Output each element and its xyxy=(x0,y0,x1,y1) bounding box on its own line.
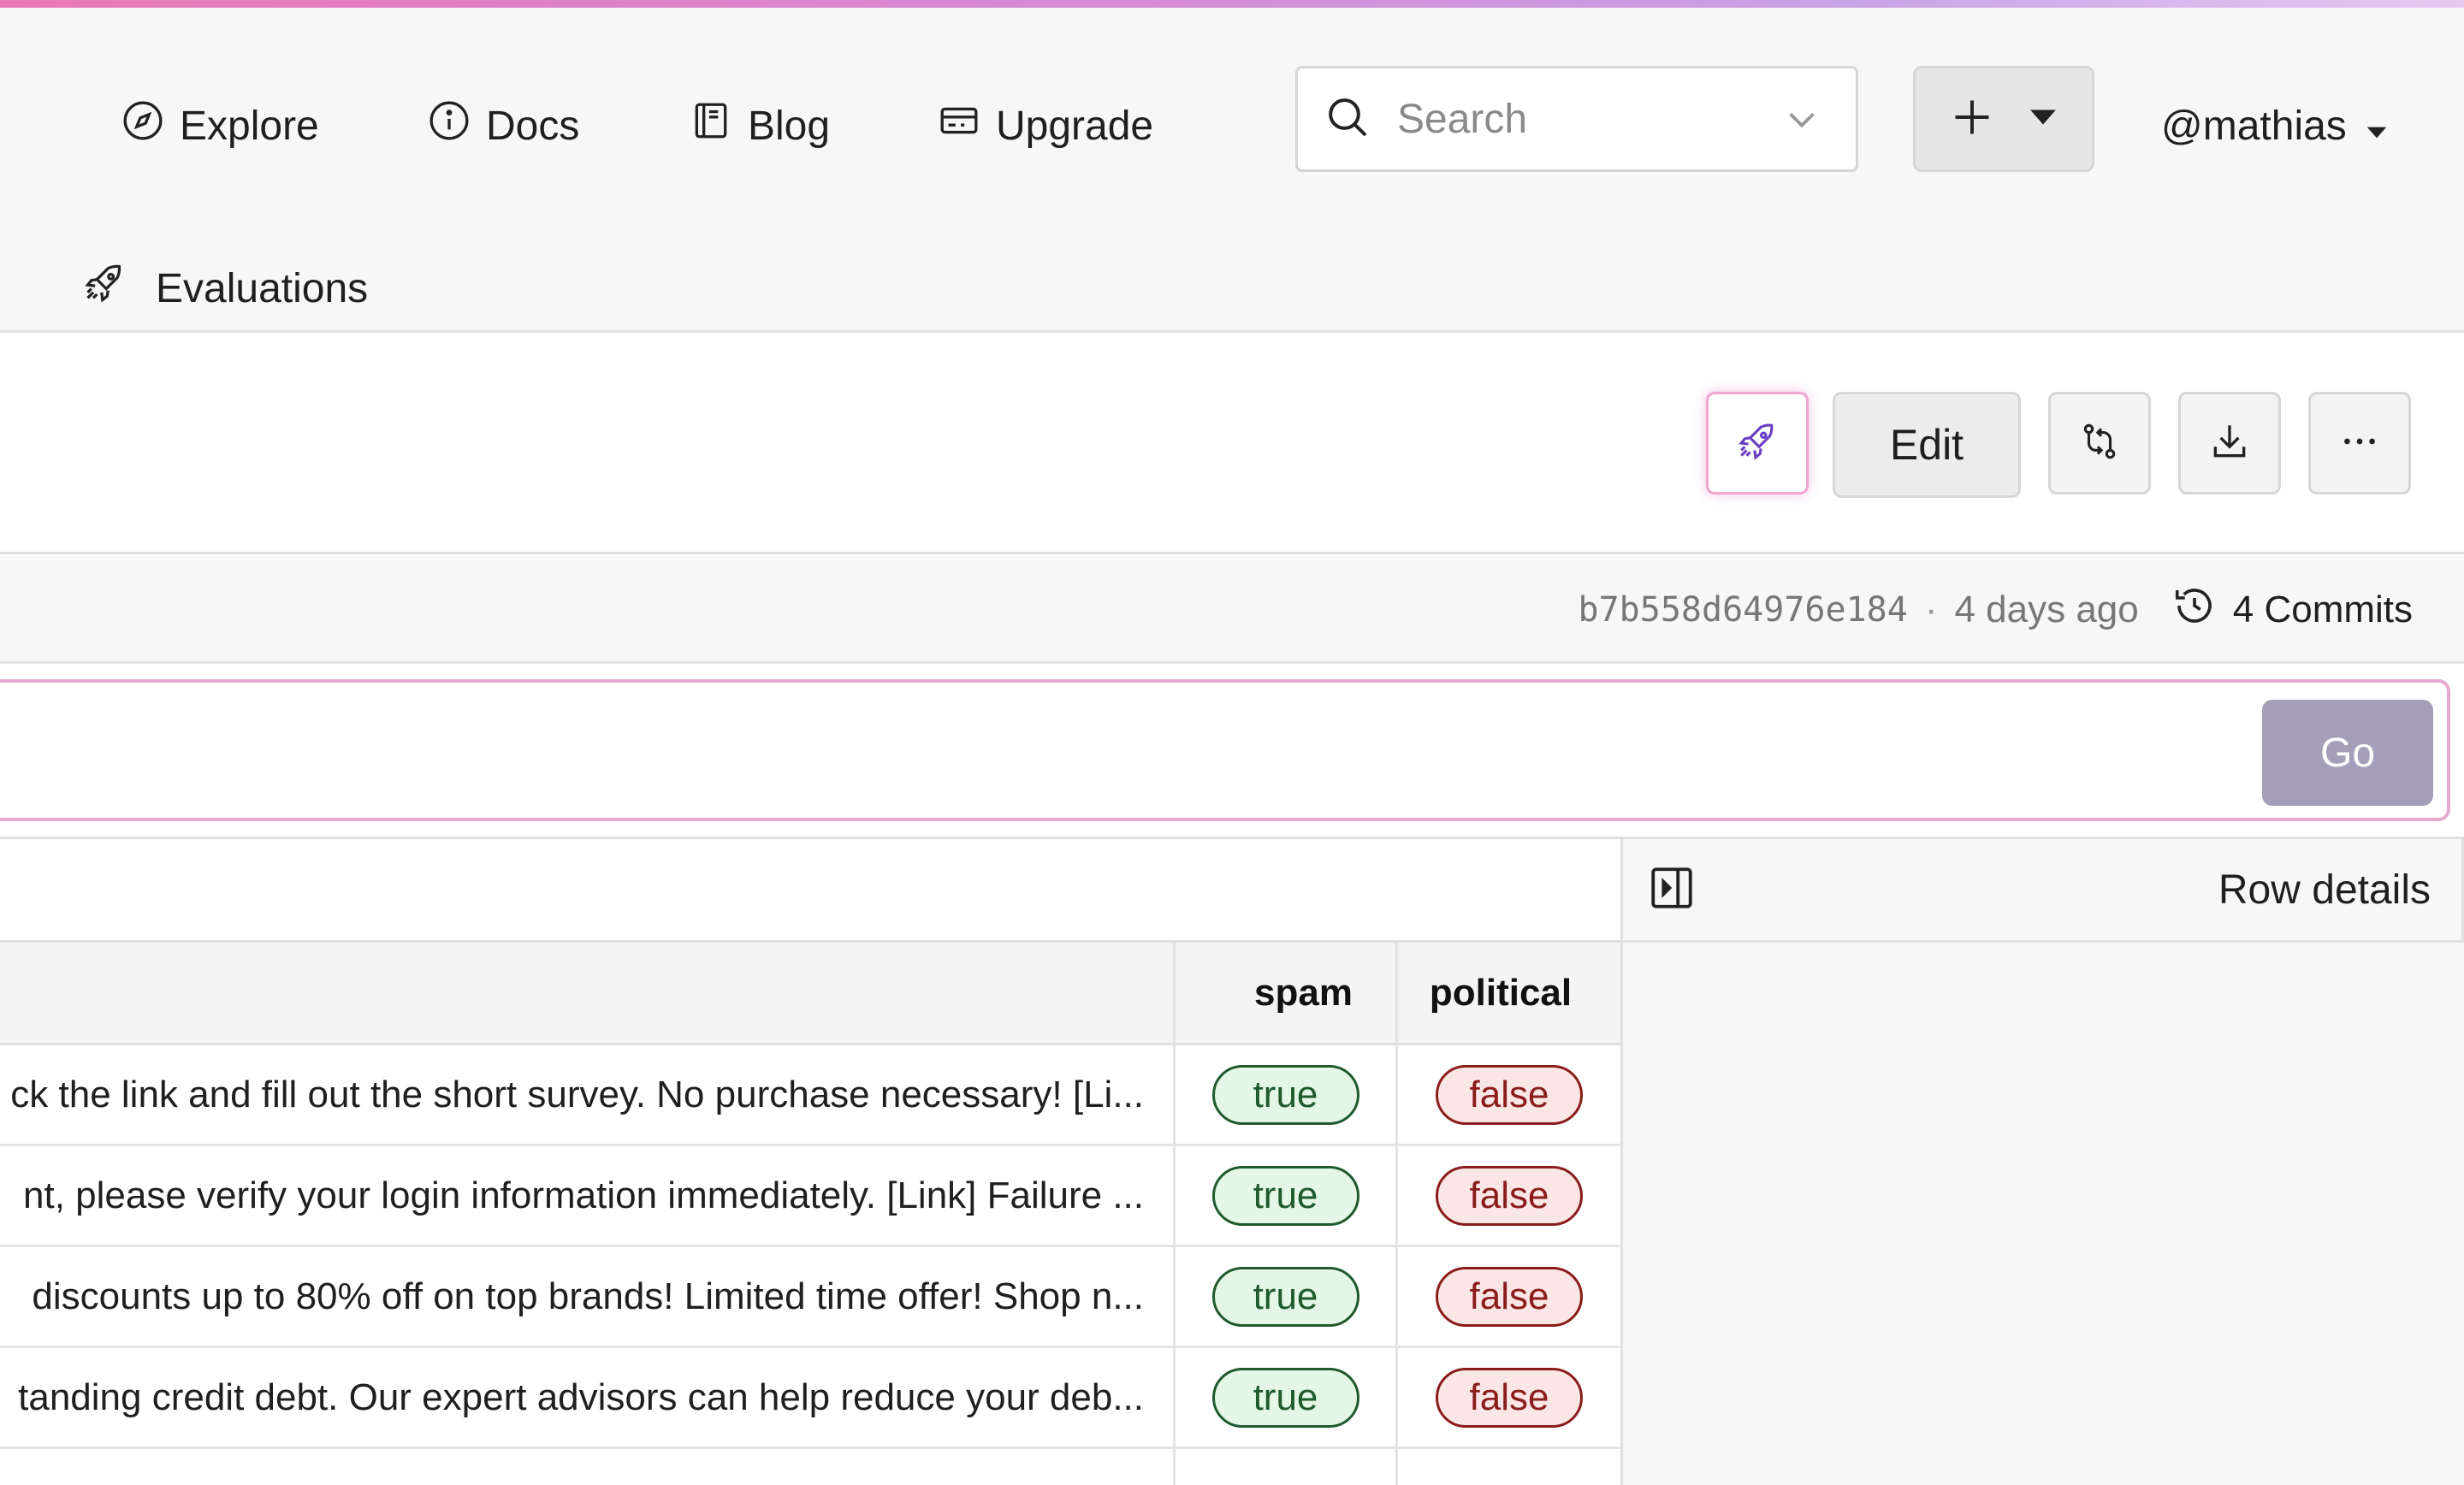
cell-political: false xyxy=(1398,1146,1620,1245)
row-details-header: Row details xyxy=(1620,837,2464,943)
cell-political: false xyxy=(1398,1045,1620,1144)
column-header-political[interactable]: political xyxy=(1398,943,1620,1043)
boolean-badge-false: false xyxy=(1436,1165,1583,1226)
boolean-badge-false: false xyxy=(1436,1064,1583,1125)
cell-text xyxy=(0,1449,1176,1485)
commits-label: 4 Commits xyxy=(2232,589,2413,630)
nav-link-label: Explore xyxy=(180,103,319,149)
nav-link-explore[interactable]: Explore xyxy=(121,93,319,158)
cell-text: nt, please verify your login information… xyxy=(0,1146,1176,1245)
credit-card-icon xyxy=(938,99,980,152)
top-gradient-stripe xyxy=(0,0,2464,8)
table-row[interactable]: nt, please verify your login information… xyxy=(0,1146,1620,1247)
query-input[interactable]: Go xyxy=(0,679,2450,821)
row-details-title: Row details xyxy=(2218,867,2431,913)
top-navigation: Explore Docs Blog Upgrade Search @mathia… xyxy=(0,8,2464,333)
compare-button[interactable] xyxy=(2048,392,2151,494)
caret-down-icon xyxy=(2366,103,2388,150)
cell-political: false xyxy=(1398,1348,1620,1447)
nav-link-blog[interactable]: Blog xyxy=(690,93,830,158)
nav-link-label: Blog xyxy=(748,103,831,149)
info-icon xyxy=(428,99,471,152)
cell-spam: true xyxy=(1176,1146,1398,1245)
commit-bar: b7b558d64976e184 · 4 days ago 4 Commits xyxy=(0,556,2464,664)
data-table: spam political ck the link and fill out … xyxy=(0,943,1620,1485)
book-icon xyxy=(690,99,732,152)
download-icon xyxy=(2208,420,2251,467)
go-button[interactable]: Go xyxy=(2262,700,2433,806)
table-header-row: spam political xyxy=(0,943,1620,1045)
boolean-badge-true: true xyxy=(1211,1266,1359,1327)
search-icon xyxy=(1324,93,1371,145)
table-toolbar xyxy=(0,837,1620,943)
run-evaluation-button[interactable] xyxy=(1706,392,1809,494)
cell-text: ck the link and fill out the short surve… xyxy=(0,1045,1176,1144)
rocket-icon xyxy=(82,261,127,316)
chevron-down-icon[interactable] xyxy=(1782,99,1821,139)
cell-text: tanding credit debt. Our expert advisors… xyxy=(0,1348,1176,1447)
compare-arrows-icon xyxy=(2078,420,2121,467)
nav-link-label: Docs xyxy=(486,103,580,149)
username: @mathias xyxy=(2161,103,2347,149)
table-row[interactable]: ck the link and fill out the short surve… xyxy=(0,1045,1620,1146)
table-row[interactable] xyxy=(0,1449,1620,1485)
panel-toggle-icon[interactable] xyxy=(1647,863,1697,917)
plus-icon xyxy=(1950,95,1994,144)
search-input[interactable]: Search xyxy=(1295,66,1858,172)
table-row[interactable]: tanding credit debt. Our expert advisors… xyxy=(0,1348,1620,1449)
user-menu[interactable]: @mathias xyxy=(2161,93,2388,158)
boolean-badge-false: false xyxy=(1436,1266,1583,1327)
commits-link[interactable]: 4 Commits xyxy=(2171,583,2413,638)
commit-age: 4 days ago xyxy=(1954,589,2139,630)
boolean-badge-true: true xyxy=(1211,1165,1359,1226)
nav-link-label: Evaluations xyxy=(156,265,369,311)
row-details-panel xyxy=(1620,943,2464,1485)
table-row[interactable]: discounts up to 80% off on top brands! L… xyxy=(0,1247,1620,1348)
ellipsis-icon xyxy=(2338,420,2381,467)
column-header-spam[interactable]: spam xyxy=(1176,943,1398,1043)
caret-down-icon xyxy=(2029,108,2058,131)
history-icon xyxy=(2171,583,2218,638)
commit-info: b7b558d64976e184 · 4 days ago 4 Commits xyxy=(1578,582,2413,638)
cell-spam xyxy=(1176,1449,1398,1485)
dataset-action-bar: Edit xyxy=(0,335,2464,554)
commit-hash[interactable]: b7b558d64976e184 xyxy=(1578,590,1908,630)
edit-button[interactable]: Edit xyxy=(1833,392,2021,498)
nav-link-evaluations[interactable]: Evaluations xyxy=(82,256,368,321)
compass-icon xyxy=(121,99,164,152)
download-button[interactable] xyxy=(2178,392,2281,494)
cell-spam: true xyxy=(1176,1348,1398,1447)
cell-spam: true xyxy=(1176,1045,1398,1144)
boolean-badge-false: false xyxy=(1436,1367,1583,1428)
nav-link-label: Upgrade xyxy=(996,103,1154,149)
cell-spam: true xyxy=(1176,1247,1398,1346)
column-header-text[interactable] xyxy=(0,943,1176,1043)
cell-text: discounts up to 80% off on top brands! L… xyxy=(0,1247,1176,1346)
boolean-badge-true: true xyxy=(1211,1064,1359,1125)
boolean-badge-true: true xyxy=(1211,1367,1359,1428)
search-placeholder: Search xyxy=(1397,96,1528,142)
more-options-button[interactable] xyxy=(2308,392,2411,494)
create-new-button[interactable] xyxy=(1913,66,2094,172)
cell-political xyxy=(1398,1449,1620,1485)
cell-political: false xyxy=(1398,1247,1620,1346)
rocket-icon xyxy=(1736,420,1779,467)
nav-link-docs[interactable]: Docs xyxy=(428,93,579,158)
separator: · xyxy=(1924,589,1938,630)
nav-link-upgrade[interactable]: Upgrade xyxy=(938,93,1153,158)
